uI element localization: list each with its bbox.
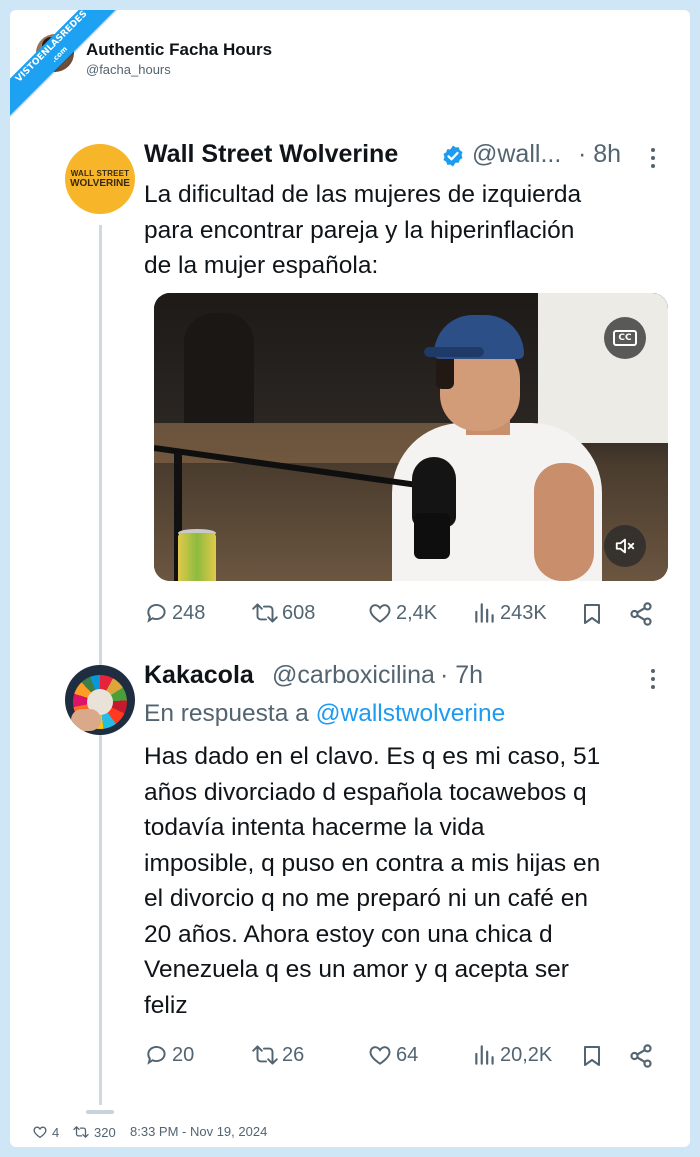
screenshot-card: VISTOENLASREDES .com Authentic Facha Hou… bbox=[10, 10, 690, 1147]
repost-icon bbox=[73, 1126, 89, 1138]
outer-handle[interactable]: @facha_hours bbox=[86, 62, 171, 77]
share-icon[interactable] bbox=[628, 601, 654, 627]
avatar-logo-text-1: WALL STREET bbox=[70, 169, 130, 178]
tweet2-like-button[interactable]: 64 bbox=[366, 1042, 418, 1068]
outer-display-name[interactable]: Authentic Facha Hours bbox=[86, 40, 272, 60]
footer-repost-count: 320 bbox=[72, 1124, 116, 1140]
tweet2-reply-button[interactable]: 20 bbox=[144, 1042, 194, 1068]
tweet1-views-button[interactable]: 243K bbox=[472, 600, 547, 626]
footer-reposts: 320 bbox=[94, 1124, 116, 1140]
reply-context: En respuesta a @wallstwolverine bbox=[144, 700, 505, 728]
captions-button[interactable]: CC bbox=[604, 317, 646, 359]
repost-icon bbox=[252, 1045, 278, 1065]
watermark-text: VISTOENLASREDES bbox=[14, 10, 90, 85]
tweet2-display-name[interactable]: Kakacola bbox=[144, 661, 254, 690]
reply-icon bbox=[147, 1046, 166, 1065]
tweet1-reply-button[interactable]: 248 bbox=[144, 600, 205, 626]
tweet2-like-count: 64 bbox=[396, 1043, 419, 1066]
tweet2-more-icon[interactable] bbox=[650, 669, 656, 693]
tweet2-reply-count: 20 bbox=[172, 1043, 195, 1066]
tweet2-repost-count: 26 bbox=[282, 1043, 305, 1066]
repost-icon bbox=[252, 603, 278, 623]
tweet2-line: Venezuela q es un amor y q acepta ser bbox=[144, 956, 569, 983]
heart-icon bbox=[369, 604, 391, 623]
tweet1-display-name[interactable]: Wall Street Wolverine bbox=[144, 140, 398, 169]
reply-icon bbox=[147, 604, 166, 623]
tweet2-handle[interactable]: @carboxicilina bbox=[272, 661, 435, 690]
tweet2-line: todavía intenta hacerme la vida bbox=[144, 814, 485, 841]
footer-like-count: 4 bbox=[32, 1124, 59, 1140]
tweet1-view-count: 243K bbox=[500, 601, 547, 624]
muted-speaker-icon bbox=[615, 538, 635, 554]
tweet2-line: imposible, q puso en contra a mis hijas … bbox=[144, 849, 601, 877]
bookmark-icon[interactable] bbox=[580, 1043, 604, 1069]
next-avatar-peek bbox=[86, 1110, 114, 1114]
tweet1-text: La dificultad de las mujeres de izquierd… bbox=[144, 177, 581, 284]
share-icon[interactable] bbox=[628, 1043, 654, 1069]
tweet1-timestamp[interactable]: · 8h bbox=[578, 140, 621, 169]
tweet2-avatar[interactable] bbox=[65, 665, 135, 735]
footer-likes: 4 bbox=[52, 1124, 60, 1140]
tweet1-line: La dificultad de las mujeres de izquierd… bbox=[144, 181, 582, 208]
captions-icon: CC bbox=[613, 330, 637, 346]
verified-badge-icon bbox=[443, 145, 463, 167]
avatar-logo-text-2: WOLVERINE bbox=[70, 178, 130, 189]
tweet1-video[interactable]: CC bbox=[154, 293, 668, 581]
tweet1-like-button[interactable]: 2,4K bbox=[366, 600, 437, 626]
heart-icon bbox=[369, 1046, 391, 1065]
mute-button[interactable] bbox=[604, 525, 646, 567]
tweet2-timestamp[interactable]: · 7h bbox=[440, 661, 483, 690]
tweet1-repost-button[interactable]: 608 bbox=[250, 600, 315, 626]
tweet2-line: el divorcio q no me preparó ni un café e… bbox=[144, 885, 588, 912]
tweet1-handle[interactable]: @wall... bbox=[472, 140, 561, 169]
tweet2-line: años divorciado d española tocawebos q bbox=[144, 778, 587, 806]
bookmark-icon[interactable] bbox=[580, 601, 604, 627]
tweet2-views-button[interactable]: 20,2K bbox=[472, 1042, 552, 1068]
tweet2-line: 20 años. Ahora estoy con una chica d bbox=[144, 920, 553, 948]
tweet1-line: para encontrar pareja y la hiperinflació… bbox=[144, 216, 575, 244]
reply-to-handle-link[interactable]: @wallstwolverine bbox=[316, 700, 506, 727]
tweet2-text: Has dado en el clavo. Es q es mi caso, 5… bbox=[144, 739, 600, 1023]
heart-icon bbox=[33, 1126, 47, 1139]
views-chart-icon bbox=[475, 603, 494, 623]
tweet1-repost-count: 608 bbox=[282, 601, 316, 624]
tweet1-avatar[interactable]: WALL STREET WOLVERINE bbox=[65, 144, 135, 214]
tweet1-more-icon[interactable] bbox=[650, 148, 656, 172]
tweet2-line: Has dado en el clavo. Es q es mi caso, 5… bbox=[144, 743, 601, 770]
tweet1-line: de la mujer española: bbox=[144, 252, 379, 279]
views-chart-icon bbox=[475, 1045, 494, 1065]
tweet1-reply-count: 248 bbox=[172, 601, 206, 624]
tweet2-view-count: 20,2K bbox=[500, 1043, 553, 1066]
reply-prefix: En respuesta a bbox=[144, 700, 309, 727]
footer-timestamp: 8:33 PM - Nov 19, 2024 bbox=[130, 1124, 268, 1139]
tweet1-like-count: 2,4K bbox=[396, 601, 438, 624]
tweet2-line: feliz bbox=[144, 991, 188, 1019]
tweet2-repost-button[interactable]: 26 bbox=[250, 1042, 304, 1068]
